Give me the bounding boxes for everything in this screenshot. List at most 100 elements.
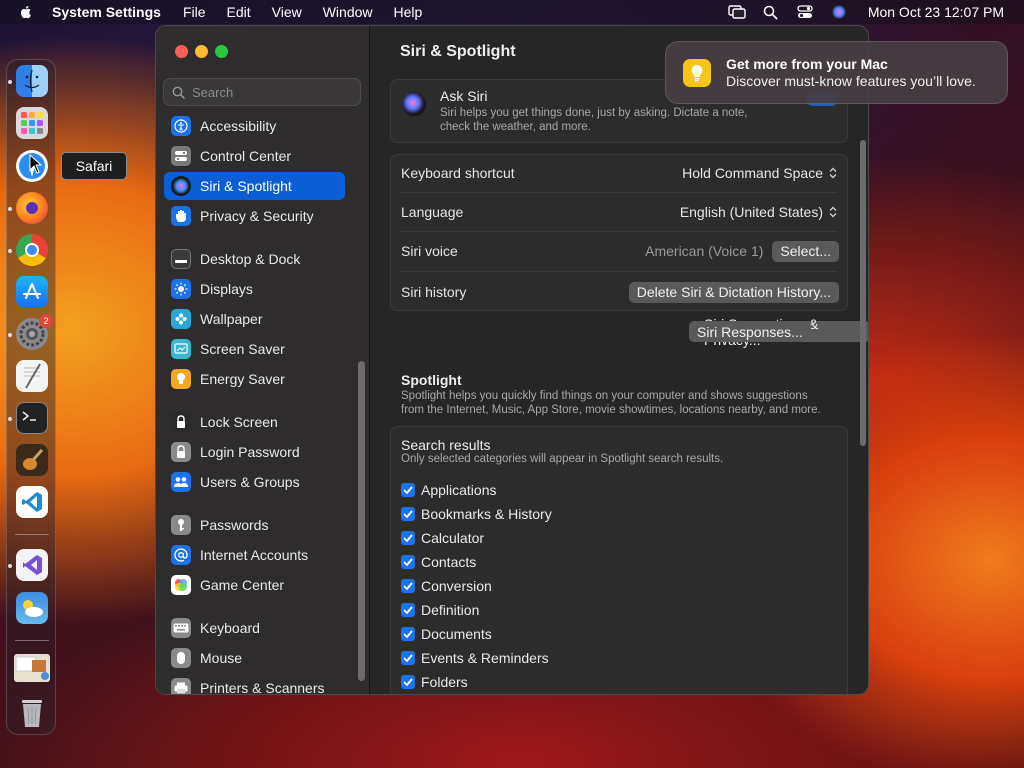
screen-mirroring-icon[interactable] — [728, 3, 746, 21]
siri-icon[interactable] — [830, 3, 848, 21]
category-conversion[interactable]: Conversion — [401, 578, 492, 594]
app-store-icon[interactable] — [16, 276, 48, 308]
terminal-icon[interactable] — [16, 402, 48, 434]
apple-menu-icon[interactable] — [18, 4, 34, 20]
menu-window[interactable]: Window — [323, 4, 373, 20]
firefox-icon[interactable] — [16, 192, 48, 224]
spotlight-heading: Spotlight — [401, 372, 462, 388]
control-center-icon[interactable] — [796, 3, 814, 21]
category-contacts[interactable]: Contacts — [401, 554, 476, 570]
category-label: Definition — [421, 602, 480, 618]
trash-icon[interactable] — [16, 696, 48, 728]
sidebar-item-control-center[interactable]: Control Center — [164, 142, 345, 170]
language-popup[interactable]: English (United States) — [680, 204, 837, 220]
checkbox-checked-icon[interactable] — [401, 507, 415, 521]
checkbox-checked-icon[interactable] — [401, 651, 415, 665]
menu-file[interactable]: File — [183, 4, 206, 20]
sidebar-item-internet-accounts[interactable]: Internet Accounts — [164, 541, 345, 569]
spotlight-desc-line2: from the Internet, Music, App Store, mov… — [401, 404, 821, 416]
sidebar-item-screen-saver[interactable]: Screen Saver — [164, 335, 345, 363]
sidebar-scrollbar[interactable] — [358, 361, 365, 681]
sidebar-item-passwords[interactable]: Passwords — [164, 511, 345, 539]
visual-studio-icon[interactable] — [16, 549, 48, 581]
category-applications[interactable]: Applications — [401, 482, 497, 498]
search-icon — [172, 86, 185, 99]
minimize-button[interactable] — [195, 45, 208, 58]
sidebar-item-desktop-dock[interactable]: Desktop & Dock — [164, 245, 345, 273]
chrome-icon[interactable] — [16, 234, 48, 266]
category-folders[interactable]: Folders — [401, 674, 468, 690]
running-indicator — [8, 80, 12, 84]
textedit-icon[interactable] — [16, 360, 48, 392]
sidebar-item-displays[interactable]: Displays — [164, 275, 345, 303]
ask-siri-desc-line2: check the weather, and more. — [440, 121, 591, 133]
mouse-icon — [171, 648, 191, 668]
category-calculator[interactable]: Calculator — [401, 530, 484, 546]
sidebar-item-energy-saver[interactable]: Energy Saver — [164, 365, 345, 393]
checkbox-checked-icon[interactable] — [401, 627, 415, 641]
category-label: Applications — [421, 482, 497, 498]
lightbulb-icon — [171, 369, 191, 389]
running-indicator — [8, 207, 12, 211]
finder-icon[interactable] — [16, 65, 48, 97]
search-results-card: Search results Only selected categories … — [390, 426, 848, 694]
sidebar-item-printers-scanners[interactable]: Printers & Scanners — [164, 674, 345, 695]
instruments-icon[interactable] — [16, 444, 48, 476]
siri-voice-select-button[interactable]: Select... — [772, 240, 839, 262]
menu-app-name[interactable]: System Settings — [52, 4, 161, 20]
checkbox-checked-icon[interactable] — [401, 603, 415, 617]
sidebar-item-siri-spotlight[interactable]: Siri & Spotlight — [164, 172, 345, 200]
close-button[interactable] — [175, 45, 188, 58]
checkbox-checked-icon[interactable] — [401, 483, 415, 497]
weather-icon[interactable] — [16, 592, 48, 624]
vscode-icon[interactable] — [16, 486, 48, 518]
at-sign-icon — [171, 545, 191, 565]
game-center-icon — [171, 575, 191, 595]
category-documents[interactable]: Documents — [401, 626, 492, 642]
search-input[interactable]: Search — [163, 78, 361, 106]
keyboard-shortcut-popup[interactable]: Hold Command Space — [682, 165, 837, 181]
menu-edit[interactable]: Edit — [227, 4, 251, 20]
sidebar-item-label: Printers & Scanners — [200, 680, 325, 695]
siri-responses-button[interactable]: Siri Responses... — [689, 321, 811, 342]
search-placeholder: Search — [192, 84, 234, 100]
downloads-stack-icon[interactable] — [14, 654, 50, 682]
lock-icon — [171, 412, 191, 432]
running-indicator — [8, 564, 12, 568]
sidebar-item-wallpaper[interactable]: Wallpaper — [164, 305, 345, 333]
language-value: English (United States) — [679, 204, 823, 220]
menu-clock[interactable]: Mon Oct 23 12:07 PM — [868, 4, 1004, 20]
sidebar-item-mouse[interactable]: Mouse — [164, 644, 345, 672]
tips-notification[interactable]: Get more from your Mac Discover must-kno… — [665, 41, 1008, 104]
category-definition[interactable]: Definition — [401, 602, 479, 618]
sidebar-item-keyboard[interactable]: Keyboard — [164, 614, 345, 642]
category-events-reminders[interactable]: Events & Reminders — [401, 650, 549, 666]
category-label: Contacts — [421, 554, 477, 570]
checkbox-checked-icon[interactable] — [401, 675, 415, 689]
sidebar-item-privacy-security[interactable]: Privacy & Security — [164, 202, 345, 230]
spotlight-search-icon[interactable] — [762, 3, 780, 21]
checkbox-checked-icon[interactable] — [401, 579, 415, 593]
tips-lightbulb-icon — [683, 58, 711, 87]
notification-title: Get more from your Mac — [726, 56, 888, 72]
menu-help[interactable]: Help — [394, 4, 423, 20]
menu-view[interactable]: View — [272, 4, 302, 20]
sidebar-item-game-center[interactable]: Game Center — [164, 571, 345, 599]
launchpad-icon[interactable] — [16, 107, 48, 139]
sidebar-item-label: Game Center — [200, 577, 285, 593]
content-scrollbar[interactable] — [860, 140, 866, 446]
sidebar-item-label: Siri & Spotlight — [200, 178, 292, 194]
category-label: Calculator — [421, 530, 485, 546]
delete-siri-history-button[interactable]: Delete Siri & Dictation History... — [628, 281, 839, 303]
checkbox-checked-icon[interactable] — [401, 555, 415, 569]
sidebar-item-lock-screen[interactable]: Lock Screen — [164, 408, 345, 436]
sidebar-item-label: Passwords — [200, 517, 269, 533]
ask-siri-title: Ask Siri — [440, 88, 488, 104]
sidebar-item-users-groups[interactable]: Users & Groups — [164, 468, 345, 496]
zoom-button[interactable] — [215, 45, 228, 58]
sidebar-item-accessibility[interactable]: Accessibility — [164, 112, 345, 140]
category-bookmarks-history[interactable]: Bookmarks & History — [401, 506, 552, 522]
keyboard-shortcut-label: Keyboard shortcut — [401, 165, 515, 181]
sidebar-item-login-password[interactable]: Login Password — [164, 438, 345, 466]
checkbox-checked-icon[interactable] — [401, 531, 415, 545]
